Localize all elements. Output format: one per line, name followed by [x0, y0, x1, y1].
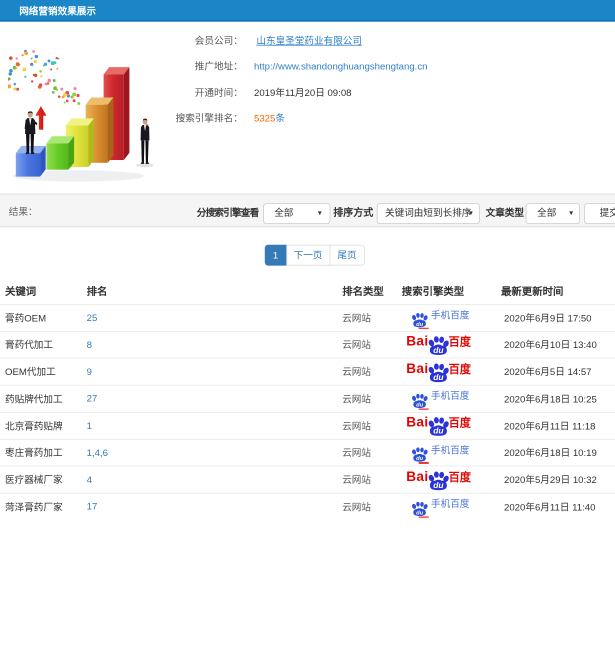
svg-text:du: du — [416, 456, 423, 462]
svg-text:du: du — [416, 321, 423, 327]
svg-text:du: du — [433, 481, 443, 490]
svg-text:du: du — [433, 427, 443, 436]
svg-text:du: du — [416, 402, 423, 408]
svg-text:du: du — [416, 510, 423, 516]
svg-text:du: du — [433, 346, 443, 355]
svg-text:du: du — [433, 373, 443, 382]
